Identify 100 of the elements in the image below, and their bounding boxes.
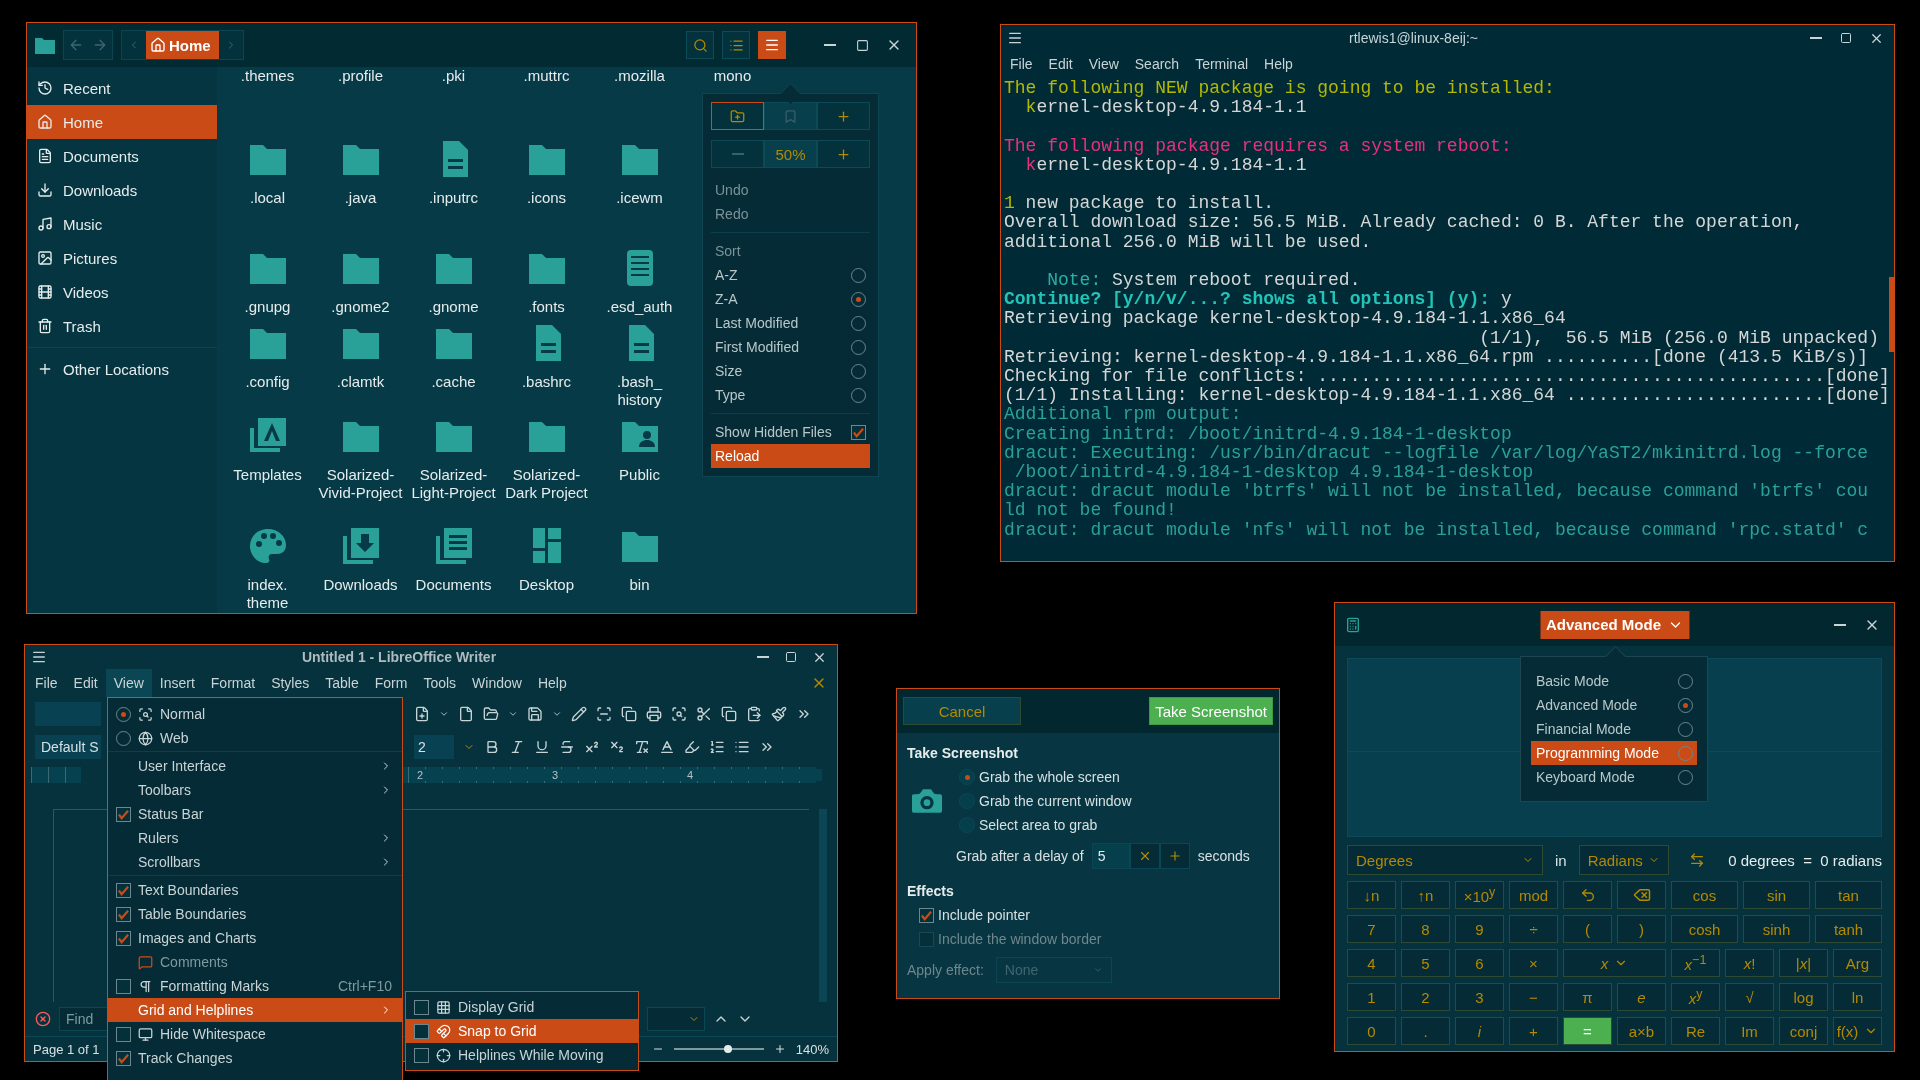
pencil-icon[interactable] (571, 706, 587, 722)
calculator-key[interactable]: f(x) (1833, 1017, 1882, 1045)
calculator-key[interactable]: 9 (1455, 915, 1504, 943)
menu-item[interactable]: Snap to Grid (406, 1019, 638, 1043)
list-view-button[interactable] (722, 31, 750, 59)
menu-icon[interactable] (1007, 30, 1023, 46)
sidebar-item[interactable]: Downloads (27, 173, 217, 207)
calculator-key[interactable]: ln (1833, 983, 1882, 1011)
file-name[interactable]: .fonts (528, 298, 565, 316)
font-color-icon[interactable] (659, 739, 675, 755)
reload-item[interactable]: Reload (711, 444, 870, 468)
calculator-key[interactable]: 4 (1347, 949, 1396, 977)
calculator-key[interactable]: Arg (1833, 949, 1882, 977)
sidebar-item[interactable]: Music (27, 207, 217, 241)
file-name[interactable]: .clamtk (336, 373, 385, 391)
file-name[interactable]: mono (713, 67, 752, 85)
file-name[interactable]: .bashrc (521, 373, 572, 391)
checkbox[interactable] (115, 882, 131, 898)
checkbox[interactable] (413, 999, 429, 1015)
menu-item[interactable]: Styles (263, 669, 318, 697)
menu-item[interactable]: Help (1257, 53, 1300, 75)
menu-item[interactable]: Web (108, 726, 402, 750)
file-name[interactable]: .cache (431, 373, 476, 391)
font-size-field[interactable]: 2 (414, 735, 454, 759)
file-name[interactable]: .inputrc (428, 189, 479, 207)
calculator-key[interactable]: cos (1671, 881, 1738, 909)
menu-item[interactable]: Window (464, 669, 530, 697)
sidebar-item[interactable]: Recent (27, 71, 217, 105)
list-icon[interactable] (734, 739, 750, 755)
sidebar-item[interactable]: Videos (27, 275, 217, 309)
subscript-icon[interactable] (609, 739, 625, 755)
calculator-key[interactable]: x$^{−1}$ (1671, 949, 1720, 977)
menu-item[interactable]: Toolbars (108, 778, 402, 802)
new-document-icon[interactable] (414, 706, 430, 722)
menu-item[interactable]: Edit (1041, 53, 1080, 75)
file-name[interactable]: .icewm (616, 189, 663, 207)
mode-dropdown-button[interactable]: Advanced Mode (1540, 610, 1689, 639)
checkbox[interactable] (115, 806, 131, 822)
paste-icon[interactable] (746, 706, 762, 722)
checkbox[interactable] (919, 907, 934, 923)
file-name[interactable]: Desktop (519, 576, 574, 594)
sort-option[interactable]: A-Z (711, 263, 870, 287)
menu-item[interactable]: Format (202, 669, 264, 697)
unit-dropdown[interactable]: Radians (1578, 845, 1669, 875)
calculator-key[interactable]: i (1455, 1017, 1504, 1045)
menu-item[interactable]: Help (529, 669, 575, 697)
file-name[interactable]: Public (619, 466, 660, 484)
file-name[interactable]: index. theme (246, 576, 289, 612)
checkbox[interactable] (115, 906, 131, 922)
zoom-level-button[interactable]: 50% (764, 140, 817, 168)
mode-item[interactable]: Financial Mode (1531, 717, 1697, 741)
menu-item[interactable]: Comments (108, 950, 402, 974)
file-name[interactable]: Solarized-Vivid-Project (317, 466, 404, 502)
calculator-key[interactable]: ↑n (1401, 881, 1450, 909)
calculator-key[interactable]: ↓n (1347, 881, 1396, 909)
calculator-key[interactable]: 2 (1401, 983, 1450, 1011)
cut-icon[interactable] (696, 706, 712, 722)
caret-icon[interactable] (552, 709, 562, 719)
menu-item[interactable]: Terminal (1188, 53, 1256, 75)
calculator-key[interactable]: tanh (1815, 915, 1882, 943)
save-icon[interactable] (527, 706, 543, 722)
sort-option[interactable]: Z-A (711, 287, 870, 311)
path-crumb[interactable]: Home (146, 31, 219, 59)
checkbox[interactable] (115, 930, 131, 946)
file-name[interactable]: .config (245, 373, 290, 391)
checkbox[interactable] (115, 1026, 131, 1042)
file-name[interactable]: .gnome2 (331, 298, 390, 316)
menu-item[interactable]: Form (366, 669, 416, 697)
menu-item[interactable]: User Interface (108, 754, 402, 778)
calculator-key[interactable]: sin (1743, 881, 1810, 909)
scrollbar[interactable] (1889, 277, 1894, 352)
menu-item[interactable]: Display Grid (406, 995, 638, 1019)
calculator-key[interactable]: 1 (1347, 983, 1396, 1011)
sidebar-item[interactable]: Other Locations (27, 352, 217, 386)
menu-item[interactable]: Show Hidden Files (711, 420, 870, 444)
mode-item[interactable]: Programming Mode (1531, 741, 1697, 765)
calculator-key[interactable]: log (1779, 983, 1828, 1011)
file-name[interactable]: .local (250, 189, 285, 207)
calculator-key[interactable]: sinh (1743, 915, 1810, 943)
preview-icon[interactable] (671, 706, 687, 722)
checkbox[interactable] (413, 1047, 429, 1063)
menu-item[interactable]: Scrollbars (108, 850, 402, 874)
select-icon[interactable] (596, 706, 612, 722)
file-name[interactable]: .mozilla (614, 67, 665, 85)
cancel-button[interactable]: Cancel (903, 697, 1021, 725)
italic-icon[interactable] (509, 739, 525, 755)
calculator-key[interactable]: ( (1563, 915, 1612, 943)
calculator-key[interactable]: × (1509, 949, 1558, 977)
mode-item[interactable]: Keyboard Mode (1531, 765, 1697, 789)
sort-option[interactable]: Type (711, 383, 870, 407)
calculator-key[interactable]: x$^{y}$ (1671, 983, 1720, 1011)
file-name[interactable]: .profile (338, 67, 383, 85)
file-name[interactable]: .esd_auth (606, 298, 673, 316)
calculator-key[interactable]: + (1509, 1017, 1558, 1045)
sidebar-item[interactable]: Pictures (27, 241, 217, 275)
calculator-key[interactable]: 8 (1401, 915, 1450, 943)
file-name[interactable]: .muttrc (523, 67, 570, 85)
calculator-key[interactable]: 0 (1347, 1017, 1396, 1045)
file-name[interactable]: Solarized-Dark Project (503, 466, 590, 502)
calculator-key[interactable]: tan (1815, 881, 1882, 909)
